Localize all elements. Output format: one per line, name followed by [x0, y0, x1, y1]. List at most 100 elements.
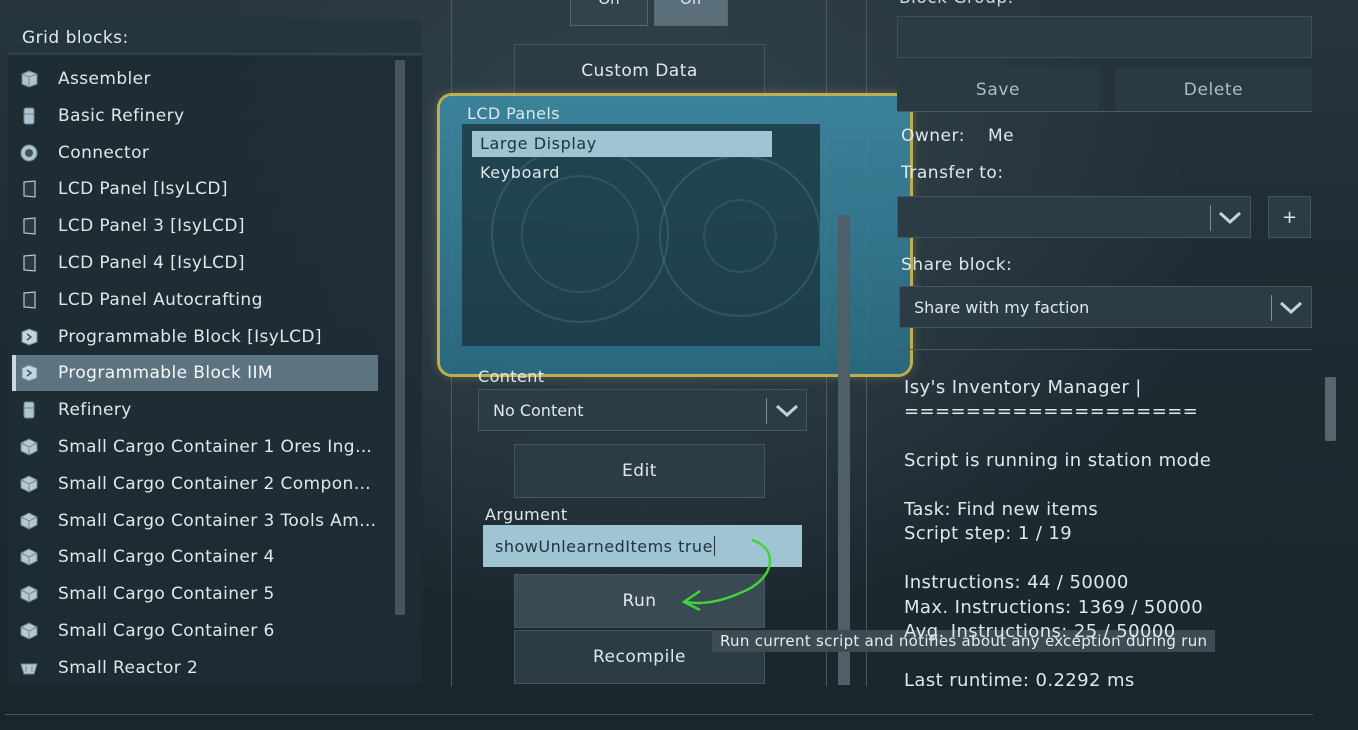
lcd-panels-label: LCD Panels: [467, 104, 560, 123]
chevron-down-icon: [1218, 211, 1242, 225]
chevron-down-icon: [775, 404, 799, 418]
grid-block-label: Basic Refinery: [58, 105, 185, 126]
content-dropdown[interactable]: No Content: [478, 389, 807, 431]
programmable-block-icon: [18, 362, 40, 384]
grid-block-label: Assembler: [58, 69, 151, 89]
grid-block-item[interactable]: Small Cargo Container 2 Components...: [12, 466, 378, 502]
dropdown-separator: [766, 398, 767, 424]
transfer-label: Transfer to:: [901, 163, 1004, 183]
grid-blocks-scrollbar[interactable]: [395, 60, 405, 615]
grid-block-item[interactable]: Small Reactor 2: [12, 650, 378, 684]
grid-block-item[interactable]: LCD Panel [IsyLCD]: [12, 171, 378, 207]
grid-block-label: Small Cargo Container 6: [58, 621, 275, 641]
grid-block-item[interactable]: Programmable Block IIM: [12, 355, 378, 392]
off-label: Off: [680, 0, 702, 8]
grid-block-item[interactable]: LCD Panel 3 [IsyLCD]: [12, 208, 378, 244]
grid-blocks-header: Grid blocks:: [8, 20, 422, 54]
lcd-panel-icon: [18, 215, 40, 237]
assembler-icon: [18, 68, 40, 90]
lcd-panel-icon: [18, 178, 40, 200]
grid-block-item[interactable]: LCD Panel 4 [IsyLCD]: [12, 245, 378, 281]
dropdown-separator: [1210, 205, 1211, 231]
delete-label: Delete: [1183, 79, 1244, 100]
grid-block-item[interactable]: Small Cargo Container 6: [12, 613, 378, 649]
refinery-icon: [18, 105, 40, 127]
share-block-dropdown[interactable]: Share with my faction: [899, 286, 1312, 328]
grid-block-item[interactable]: Connector: [12, 135, 378, 171]
content-label: Content: [478, 367, 545, 386]
cargo-container-icon: [18, 510, 40, 532]
programmable-block-icon: [18, 326, 40, 348]
on-button[interactable]: On: [570, 0, 648, 26]
grid-block-label: LCD Panel 3 [IsyLCD]: [58, 216, 245, 237]
annotation-arrow: [681, 538, 772, 612]
save-button[interactable]: Save: [897, 68, 1099, 111]
add-transfer-button[interactable]: +: [1268, 196, 1311, 238]
cargo-container-icon: [18, 473, 40, 495]
custom-data-button[interactable]: Custom Data: [514, 44, 765, 98]
grid-block-item[interactable]: Assembler: [12, 61, 378, 97]
grid-block-item[interactable]: Small Cargo Container 4: [12, 539, 378, 575]
grid-block-label: Small Reactor 2: [58, 657, 199, 678]
reactor-icon: [18, 657, 40, 679]
run-label: Run: [622, 591, 657, 611]
recompile-label: Recompile: [592, 647, 686, 667]
grid-block-label: Connector: [58, 142, 150, 163]
grid-block-label: Small Cargo Container 1 Ores Ingots (...: [58, 437, 378, 457]
grid-block-label: Refinery: [58, 400, 132, 421]
lcd-panel-icon: [18, 252, 40, 274]
share-block-value: Share with my faction: [914, 297, 1090, 317]
grid-block-label: Small Cargo Container 5: [58, 584, 275, 605]
edit-button[interactable]: Edit: [514, 444, 765, 498]
grid-block-label: LCD Panel 4 [IsyLCD]: [58, 253, 245, 273]
grid-block-label: Small Cargo Container 4: [58, 547, 275, 568]
script-info-text: Isy's Inventory Manager | ==============…: [904, 377, 1212, 686]
grid-block-item[interactable]: Programmable Block [IsyLCD]: [12, 319, 378, 355]
grid-block-label: Programmable Block IIM: [58, 363, 273, 384]
lcd-item-label: Large Display: [480, 134, 597, 153]
custom-data-label: Custom Data: [581, 61, 698, 81]
grid-blocks-list[interactable]: Assembler Basic Refinery Connector LCD Pane…: [8, 56, 422, 684]
chevron-down-icon: [1279, 301, 1303, 315]
grid-block-label: Programmable Block [IsyLCD]: [58, 326, 322, 347]
owner-value: Me: [988, 126, 1015, 146]
info-scrollbar[interactable]: [1325, 377, 1336, 441]
cargo-container-icon: [18, 583, 40, 605]
lcd-item-large-display[interactable]: Large Display: [472, 131, 772, 157]
cargo-container-icon: [18, 546, 40, 568]
grid-block-label: LCD Panel [IsyLCD]: [58, 179, 228, 200]
lcd-panels-list[interactable]: [462, 124, 821, 346]
block-group-label: Block Group:: [899, 0, 1014, 8]
owner-label: Owner:: [901, 126, 965, 146]
delete-button[interactable]: Delete: [1115, 68, 1312, 111]
argument-label: Argument: [485, 505, 568, 524]
lcd-panel-icon: [18, 289, 40, 311]
lcd-item-label: Keyboard: [480, 163, 561, 182]
lcd-screen-decoration: [491, 145, 821, 323]
grid-block-label: Small Cargo Container 2 Components...: [58, 473, 378, 494]
grid-block-item[interactable]: Small Cargo Container 1 Ores Ingots (...: [12, 429, 378, 465]
grid-block-item[interactable]: Refinery: [12, 392, 378, 428]
share-block-label: Share block:: [901, 255, 1013, 275]
content-value: No Content: [493, 400, 584, 420]
grid-block-label: Small Cargo Container 3 Tools Ammo...: [58, 510, 378, 531]
grid-block-item[interactable]: Small Cargo Container 5: [12, 576, 378, 612]
grid-block-item[interactable]: Small Cargo Container 3 Tools Ammo...: [12, 503, 378, 539]
cargo-container-icon: [18, 620, 40, 642]
off-button[interactable]: Off: [654, 0, 728, 26]
transfer-dropdown[interactable]: [897, 196, 1251, 238]
middle-scrollbar[interactable]: [838, 215, 850, 685]
block-group-input[interactable]: [897, 16, 1312, 58]
lcd-item-keyboard[interactable]: Keyboard: [472, 160, 772, 186]
grid-block-item[interactable]: LCD Panel Autocrafting: [12, 282, 378, 318]
dropdown-separator: [1271, 295, 1272, 321]
edit-label: Edit: [622, 461, 657, 481]
divider: [897, 111, 1312, 112]
grid-block-label: LCD Panel Autocrafting: [58, 289, 263, 310]
divider: [5, 714, 1313, 715]
save-label: Save: [975, 79, 1021, 100]
grid-block-item[interactable]: Basic Refinery: [12, 98, 378, 134]
divider: [897, 349, 1312, 350]
cargo-container-icon: [18, 436, 40, 458]
connector-icon: [18, 142, 40, 164]
